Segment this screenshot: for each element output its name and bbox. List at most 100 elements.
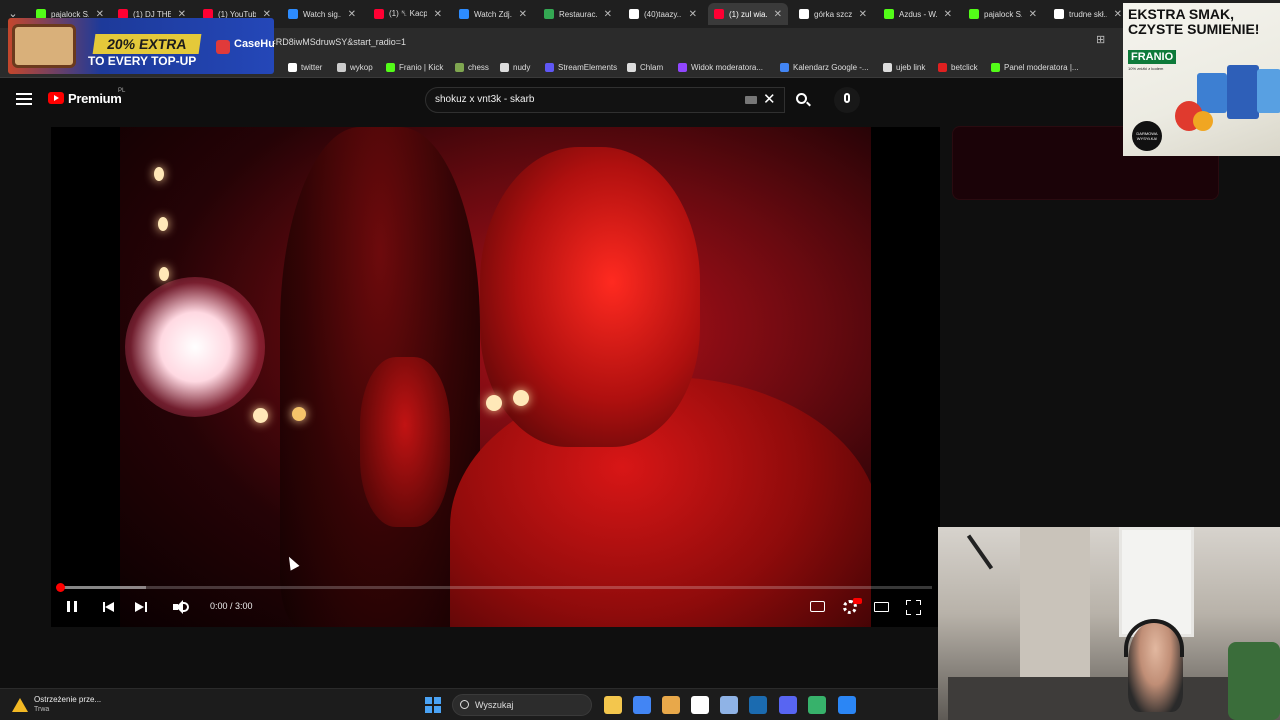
bookmark-item[interactable]: Kalendarz Google -... [780,60,869,74]
keyboard-icon[interactable] [745,96,757,104]
previous-button[interactable] [103,597,117,617]
tab-label: (40)taazy... [644,9,682,19]
bookmark-item[interactable]: ujeb link [883,60,925,74]
close-tab-icon[interactable]: ✕ [944,9,952,20]
bookmark-item[interactable]: chess [455,60,489,74]
region-label: PL [118,88,126,94]
notepad-icon[interactable] [838,696,856,714]
bookmark-item[interactable]: StreamElements [545,60,617,74]
bookmark-favicon-icon [991,62,1000,72]
ad-percent-text: 20% EXTRA [92,34,202,54]
close-tab-icon[interactable]: ✕ [604,9,612,20]
warning-icon[interactable] [12,698,28,712]
product-tub-image [1257,69,1280,113]
browser-tab[interactable]: (1) zul wia... ✕ [708,3,788,25]
browser-tab[interactable]: górka szcz... ✕ [793,3,873,25]
tab-label: Watch Zdj... [474,9,512,19]
bookmark-item[interactable]: Chlam [627,60,663,74]
progress-scrubber[interactable] [56,583,65,592]
taskbar-search-input[interactable]: Wyszukaj [452,694,592,716]
search-input[interactable]: shokuz x vnt3k - skarb [425,87,785,113]
bookmark-favicon-icon [780,62,789,72]
mute-button[interactable] [173,597,191,617]
product-tub-image [1227,65,1259,119]
progress-bar[interactable] [59,586,932,589]
browser-tab[interactable]: Azdus - W... ✕ [878,3,958,25]
bokeh-light [253,408,268,423]
voice-search-button[interactable] [834,87,860,113]
bookmark-item[interactable]: wykop [337,60,373,74]
fullscreen-button[interactable] [906,597,922,617]
bookmark-favicon-icon [455,62,464,72]
taskbar-search-placeholder: Wyszukaj [475,700,514,710]
webcam-chair [1228,642,1280,720]
webcam-cabinet [948,677,1268,720]
install-app-icon[interactable]: ⊞ [1096,33,1105,46]
notification-title[interactable]: Ostrzeżenie prze... [34,695,101,704]
bokeh-light [513,390,529,406]
close-tab-icon[interactable]: ✕ [774,9,782,20]
settings-icon[interactable] [720,696,738,714]
settings-button[interactable] [842,597,862,617]
discord-icon[interactable] [779,696,797,714]
video-figure-hand [360,357,450,527]
bookmark-label: Kalendarz Google -... [793,62,869,72]
subtitles-button[interactable] [810,597,826,617]
youtube-logo-icon[interactable] [48,92,64,104]
browser-tab[interactable]: pajalock S... ✕ [963,3,1043,25]
franio-ad-banner[interactable]: EKSTRA SMAK, CZYSTE SUMIENIE! FRANIO 10%… [1123,3,1280,156]
tab-label: Azdus - W... [899,9,937,19]
bookmark-item[interactable]: Panel moderatora |... [991,60,1079,74]
close-tab-icon[interactable]: ✕ [1114,9,1122,20]
next-button[interactable] [135,597,149,617]
clear-search-icon[interactable]: ✕ [763,90,776,108]
youtube-header: Premium PL shokuz x vnt3k - skarb ✕ [0,79,1280,121]
video-player[interactable]: 0:00 / 3:00 [51,127,940,627]
bokeh-light [292,407,306,421]
bookmark-favicon-icon [883,62,892,72]
windows-taskbar: Ostrzeżenie prze... Trwa Wyszukaj [0,688,938,720]
ad-small-print: 10% zniżki z kodem [1128,66,1164,71]
tab-favicon-icon [374,9,384,19]
file-explorer-icon[interactable] [604,696,622,714]
bookmark-label: betclick [951,62,978,72]
bookmark-item[interactable]: Widok moderatora... [678,60,763,74]
bookmark-item[interactable]: betclick [938,60,978,74]
free-shipping-badge: DARMOWA WYSYŁKA! [1132,121,1162,151]
bookmark-item[interactable]: nudy [500,60,530,74]
browser-tab[interactable]: (40)taazy... ✕ [623,3,703,25]
close-tab-icon[interactable]: ✕ [434,9,442,20]
app-icon-2[interactable] [662,696,680,714]
chrome-icon[interactable] [633,696,651,714]
close-tab-icon[interactable]: ✕ [859,9,867,20]
casehug-logo-icon [216,40,230,54]
bookmark-label: nudy [513,62,531,72]
app-icon-3[interactable] [691,696,709,714]
casehug-ad-banner[interactable]: 20% EXTRA TO EVERY TOP-UP CaseHug [8,18,274,74]
close-tab-icon[interactable]: ✕ [1029,9,1037,20]
close-tab-icon[interactable]: ✕ [519,9,527,20]
theater-icon [874,602,889,612]
pause-button[interactable] [65,597,79,617]
browser-tab[interactable]: Restaurac... ✕ [538,3,618,25]
app-icon-7[interactable] [808,696,826,714]
browser-tab[interactable]: (1) ␤ Kacp... ✕ [368,3,448,25]
browser-tab[interactable]: Watch sig... ✕ [282,3,362,25]
tab-label: (1) ␤ Kacp... [389,9,427,18]
video-frame [120,127,871,627]
vegetable-image [1193,111,1213,131]
theater-mode-button[interactable] [874,597,890,617]
windows-start-icon[interactable] [425,697,441,713]
browser-tab[interactable]: trudne skł... ✕ [1048,3,1128,25]
bookmark-item[interactable]: twitter [288,60,322,74]
browser-tab[interactable]: Watch Zdj... ✕ [453,3,533,25]
menu-icon[interactable] [16,93,32,105]
address-bar[interactable]: t=RD8iwMSdruwSY&start_radio=1 [268,32,1108,52]
search-button[interactable] [785,87,819,113]
close-tab-icon[interactable]: ✕ [348,9,356,20]
close-tab-icon[interactable]: ✕ [689,9,697,20]
bookmark-item[interactable]: Franio | Kick [386,60,443,74]
steam-icon[interactable] [749,696,767,714]
youtube-premium-logo[interactable]: Premium [68,91,122,106]
webcam-overlay [938,527,1280,720]
